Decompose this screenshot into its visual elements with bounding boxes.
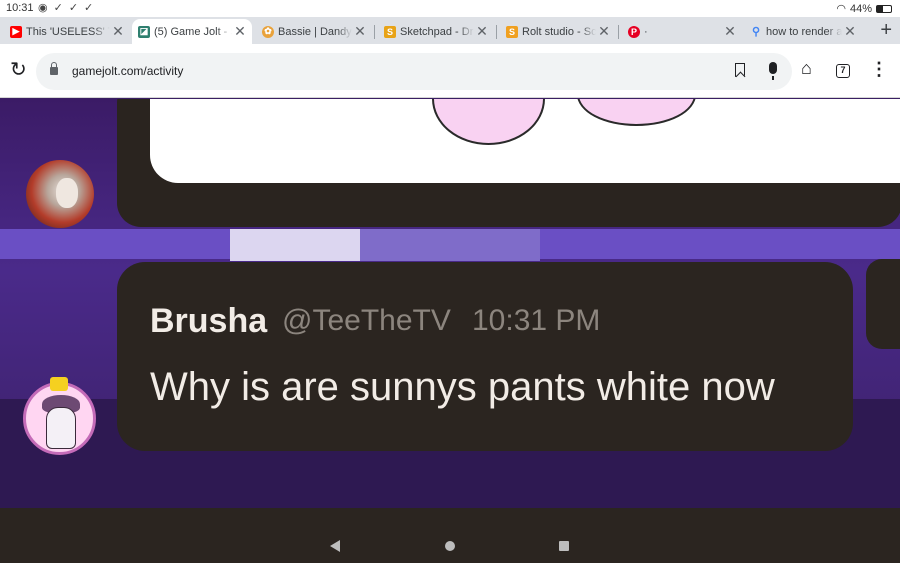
check-icon: ✓ <box>53 2 63 14</box>
system-navigation-bar <box>0 528 900 563</box>
activity-feed: Brusha @TeeTheTV 10:31 PM Why is are sun… <box>0 99 900 528</box>
check-icon: ✓ <box>84 2 94 14</box>
tab[interactable]: S Sketchpad - Draw ✕ <box>378 19 494 44</box>
message-text: Why is are sunnys pants white now <box>150 365 775 409</box>
tab[interactable]: ✿ Bassie | Dandy's W ✕ <box>256 19 372 44</box>
message-author-name[interactable]: Brusha <box>150 302 267 341</box>
background-band <box>360 229 540 261</box>
home-icon[interactable]: ⌂ <box>801 59 812 77</box>
chat-message-bubble: Brusha @TeeTheTV 10:31 PM Why is are sun… <box>117 262 853 451</box>
tab-title: · <box>644 25 648 38</box>
home-button-icon[interactable] <box>445 541 455 551</box>
background-band <box>230 229 360 261</box>
tab[interactable]: P · ✕ <box>622 19 742 44</box>
tab-title: This 'USELESS' Tr <box>26 25 110 38</box>
browser-toolbar: ↻ gamejolt.com/activity ⌂ 7 ⋮ <box>0 44 900 98</box>
side-panel-peek <box>866 259 900 349</box>
tab[interactable]: ⚲ how to render art ✕ <box>744 19 862 44</box>
avatar-image <box>56 178 78 208</box>
tab-switcher-button[interactable]: 7 <box>836 64 850 78</box>
tab-separator <box>618 25 619 39</box>
gamejolt-icon: ◪ <box>138 25 150 38</box>
avatar[interactable] <box>26 160 94 228</box>
crown-icon <box>50 377 68 391</box>
tab[interactable]: ▶ This 'USELESS' Tr ✕ <box>4 19 130 44</box>
status-time: 10:31 <box>6 2 34 14</box>
battery-icon <box>876 4 892 13</box>
record-icon: ◉ <box>38 2 48 14</box>
notification-icons: ◉ ✓ ✓ ✓ <box>38 1 93 14</box>
youtube-icon: ▶ <box>10 25 22 38</box>
close-icon[interactable]: ✕ <box>722 23 738 40</box>
tab-title: Bassie | Dandy's W <box>278 25 352 38</box>
pinterest-icon: P <box>628 25 640 38</box>
close-icon[interactable]: ✕ <box>110 23 126 40</box>
battery-percent: 44% <box>849 2 872 15</box>
close-icon[interactable]: ✕ <box>842 23 858 40</box>
composer-bar <box>0 508 900 528</box>
check-icon: ✓ <box>68 2 79 14</box>
close-icon[interactable]: ✕ <box>232 23 248 40</box>
close-icon[interactable]: ✕ <box>474 23 490 40</box>
status-bar: 10:31 ◉ ✓ ✓ ✓ ◠ 44% <box>0 0 900 17</box>
tab-title: Rolt studio - Scrat <box>522 25 596 38</box>
tab-strip: ▶ This 'USELESS' Tr ✕ ◪ (5) Game Jolt - … <box>0 17 900 44</box>
tab-separator <box>496 25 497 39</box>
microphone-icon[interactable] <box>769 62 777 80</box>
lock-icon <box>50 62 58 75</box>
close-icon[interactable]: ✕ <box>352 23 368 40</box>
recent-apps-icon[interactable] <box>559 541 569 551</box>
sketchpad-icon: S <box>384 25 396 38</box>
bookmark-icon[interactable] <box>735 63 745 77</box>
avatar-image <box>46 407 76 449</box>
back-icon[interactable] <box>330 540 340 552</box>
tab-title: (5) Game Jolt - Sh <box>154 25 232 38</box>
message-author-handle[interactable]: @TeeTheTV <box>282 304 451 338</box>
scratch-icon: S <box>506 25 518 38</box>
tab-title: how to render art <box>766 25 842 38</box>
tab[interactable]: S Rolt studio - Scrat ✕ <box>500 19 616 44</box>
menu-icon[interactable]: ⋮ <box>870 60 888 78</box>
search-icon: ⚲ <box>751 26 761 38</box>
message-timestamp: 10:31 PM <box>472 304 601 337</box>
tab-title: Sketchpad - Draw <box>400 25 474 38</box>
wifi-icon: ◠ <box>836 3 846 15</box>
reload-icon[interactable]: ↻ <box>10 60 27 80</box>
close-icon[interactable]: ✕ <box>596 23 612 40</box>
tab-separator <box>374 25 375 39</box>
wiki-icon: ✿ <box>262 25 274 38</box>
new-tab-icon[interactable]: + <box>880 20 892 40</box>
tab-active[interactable]: ◪ (5) Game Jolt - Sh ✕ <box>132 19 252 44</box>
url-text[interactable]: gamejolt.com/activity <box>72 64 183 78</box>
avatar[interactable] <box>23 382 96 455</box>
address-bar[interactable]: gamejolt.com/activity <box>36 53 792 90</box>
